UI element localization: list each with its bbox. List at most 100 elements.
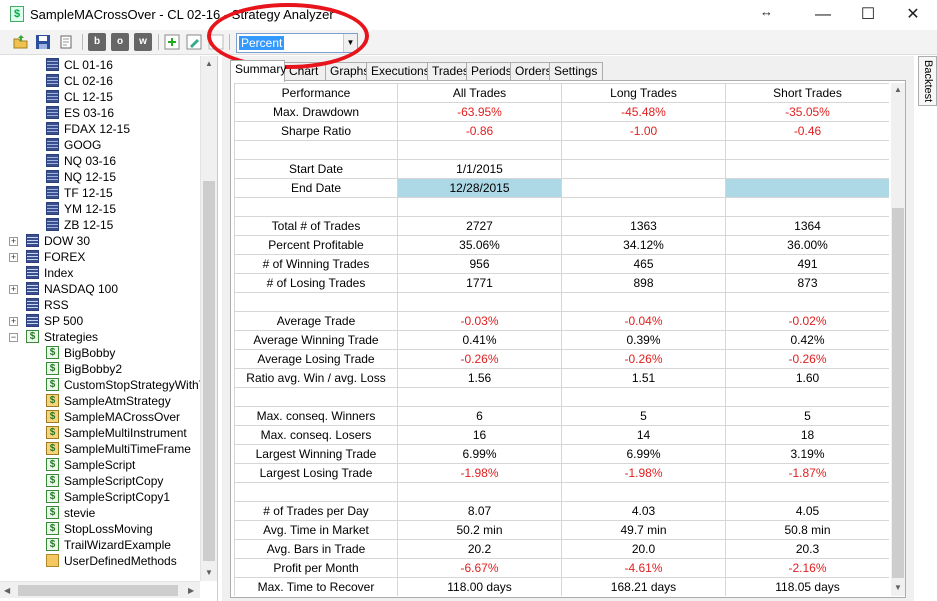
tree-item[interactable]: $ SampleScript — [0, 457, 200, 473]
tree-item[interactable]: $ BigBobby2 — [0, 361, 200, 377]
tree-item[interactable]: $ CustomStopStrategyWithTra — [0, 377, 200, 393]
table-row[interactable]: Average Trade -0.03% -0.04% -0.02% — [234, 311, 889, 331]
table-row[interactable]: Average Winning Trade 0.41% 0.39% 0.42% — [234, 330, 889, 350]
tree-item[interactable]: $ BigBobby — [0, 345, 200, 361]
minimize-button[interactable]: — — [808, 4, 838, 26]
tree-item[interactable]: − $ Strategies — [0, 329, 200, 345]
table-row[interactable]: Avg. Bars in Trade 20.2 20.0 20.3 — [234, 539, 889, 559]
tree-item[interactable]: CL 01-16 — [0, 57, 200, 73]
display-unit-select[interactable]: Percent ▼ — [236, 33, 358, 53]
chevron-down-icon[interactable]: ▼ — [343, 34, 357, 52]
tree-item[interactable]: + FOREX — [0, 249, 200, 265]
table-row[interactable]: Largest Losing Trade -1.98% -1.98% -1.87% — [234, 463, 889, 483]
tree-item[interactable]: + SP 500 — [0, 313, 200, 329]
print-preview-icon[interactable] — [58, 33, 76, 51]
tree-item[interactable]: + NASDAQ 100 — [0, 281, 200, 297]
column-header-short-trades[interactable]: Short Trades — [725, 83, 889, 103]
expand-icon[interactable]: + — [9, 237, 18, 246]
edit-icon[interactable] — [185, 33, 203, 51]
table-row[interactable]: Max. Drawdown -63.95% -45.48% -35.05% — [234, 102, 889, 122]
tree-horizontal-scrollbar[interactable]: ◀ ▶ — [0, 581, 200, 598]
grid-scroll-thumb[interactable] — [892, 208, 904, 578]
w-button[interactable]: w — [134, 33, 152, 51]
remove-icon[interactable] — [207, 33, 225, 51]
tree-item[interactable]: $ SampleScriptCopy1 — [0, 489, 200, 505]
table-row[interactable]: Sharpe Ratio -0.86 -1.00 -0.46 — [234, 121, 889, 141]
tab-orders[interactable]: Orders — [510, 62, 552, 81]
tree-item[interactable]: $ SampleMACrossOver — [0, 409, 200, 425]
tree-item[interactable]: $ SampleMultiTimeFrame — [0, 441, 200, 457]
table-row[interactable]: Max. Time to Recover 118.00 days 168.21 da… — [234, 577, 889, 596]
tab-executions[interactable]: Executions — [366, 62, 430, 81]
column-header-long-trades[interactable]: Long Trades — [561, 83, 726, 103]
scroll-up-icon[interactable]: ▲ — [894, 85, 902, 94]
o-button[interactable]: o — [111, 33, 129, 51]
table-row[interactable] — [234, 482, 889, 502]
tree-item[interactable]: Index — [0, 265, 200, 281]
scroll-left-icon[interactable]: ◀ — [4, 586, 10, 595]
scroll-up-icon[interactable]: ▲ — [205, 59, 213, 68]
tree-item[interactable]: YM 12-15 — [0, 201, 200, 217]
tree-item[interactable]: TF 12-15 — [0, 185, 200, 201]
tab-settings[interactable]: Settings — [549, 62, 603, 81]
table-row[interactable]: End Date 12/28/2015 — [234, 178, 889, 198]
expand-icon[interactable]: + — [9, 317, 18, 326]
table-row[interactable]: # of Winning Trades 956 465 491 — [234, 254, 889, 274]
table-row[interactable]: Average Losing Trade -0.26% -0.26% -0.26% — [234, 349, 889, 369]
table-row[interactable] — [234, 387, 889, 407]
tree-item[interactable]: $ StopLossMoving — [0, 521, 200, 537]
grid-vertical-scrollbar[interactable]: ▲ ▼ — [891, 83, 905, 596]
tree-item[interactable]: FDAX 12-15 — [0, 121, 200, 137]
tree-item[interactable]: $ SampleMultiInstrument — [0, 425, 200, 441]
table-row[interactable]: Profit per Month -6.67% -4.61% -2.16% — [234, 558, 889, 578]
tree-item[interactable]: $ TrailWizardExample — [0, 537, 200, 553]
table-row[interactable]: Max. conseq. Winners 6 5 5 — [234, 406, 889, 426]
table-row[interactable]: # of Trades per Day 8.07 4.03 4.05 — [234, 501, 889, 521]
scroll-right-icon[interactable]: ▶ — [188, 586, 194, 595]
tree-item[interactable]: ZB 12-15 — [0, 217, 200, 233]
table-row[interactable]: Max. conseq. Losers 16 14 18 — [234, 425, 889, 445]
table-row[interactable] — [234, 140, 889, 160]
tab-summary[interactable]: Summary — [230, 60, 286, 82]
tree-item[interactable]: UserDefinedMethods — [0, 553, 200, 569]
tree-item[interactable]: CL 12-15 — [0, 89, 200, 105]
tree-item[interactable]: $ SampleAtmStrategy — [0, 393, 200, 409]
scroll-down-icon[interactable]: ▼ — [894, 583, 902, 592]
tree-scroll-thumb[interactable] — [203, 181, 215, 561]
maximize-button[interactable]: ☐ — [853, 4, 883, 26]
expand-icon[interactable]: + — [9, 285, 18, 294]
close-button[interactable]: ✕ — [898, 4, 928, 26]
tree-vertical-scrollbar[interactable]: ▲ ▼ — [200, 56, 217, 581]
tab-trades[interactable]: Trades — [427, 62, 469, 81]
tab-graphs[interactable]: Graphs — [325, 62, 369, 81]
tab-chart[interactable]: Chart — [284, 62, 326, 81]
backtest-side-tab[interactable]: Backtest — [918, 56, 937, 106]
tree-hscroll-thumb[interactable] — [18, 585, 178, 596]
column-header-all-trades[interactable]: All Trades — [397, 83, 562, 103]
tree-item[interactable]: ES 03-16 — [0, 105, 200, 121]
table-row[interactable]: Ratio avg. Win / avg. Loss 1.56 1.51 1.60 — [234, 368, 889, 388]
table-row[interactable]: Start Date 1/1/2015 — [234, 159, 889, 179]
table-row[interactable] — [234, 197, 889, 217]
tree-item[interactable]: NQ 03-16 — [0, 153, 200, 169]
tree-item[interactable]: GOOG — [0, 137, 200, 153]
save-icon[interactable] — [34, 33, 52, 51]
table-row[interactable]: # of Losing Trades 1771 898 873 — [234, 273, 889, 293]
b-button[interactable]: b — [88, 33, 106, 51]
tree-item[interactable]: + DOW 30 — [0, 233, 200, 249]
tree-item[interactable]: $ stevie — [0, 505, 200, 521]
add-icon[interactable] — [163, 33, 181, 51]
tree-item[interactable]: $ SampleScriptCopy — [0, 473, 200, 489]
table-row[interactable]: Avg. Time in Market 50.2 min 49.7 min 50.8 … — [234, 520, 889, 540]
table-row[interactable]: Percent Profitable 35.06% 34.12% 36.00% — [234, 235, 889, 255]
tree-item[interactable]: NQ 12-15 — [0, 169, 200, 185]
tree-item[interactable]: CL 02-16 — [0, 73, 200, 89]
tree-item[interactable]: RSS — [0, 297, 200, 313]
table-row[interactable]: Largest Winning Trade 6.99% 6.99% 3.19% — [234, 444, 889, 464]
column-header-performance[interactable]: Performance — [234, 83, 398, 103]
collapse-icon[interactable]: − — [9, 333, 18, 342]
expand-icon[interactable]: + — [9, 253, 18, 262]
table-row[interactable]: Total # of Trades 2727 1363 1364 — [234, 216, 889, 236]
scroll-down-icon[interactable]: ▼ — [205, 568, 213, 577]
tab-periods[interactable]: Periods — [466, 62, 512, 81]
